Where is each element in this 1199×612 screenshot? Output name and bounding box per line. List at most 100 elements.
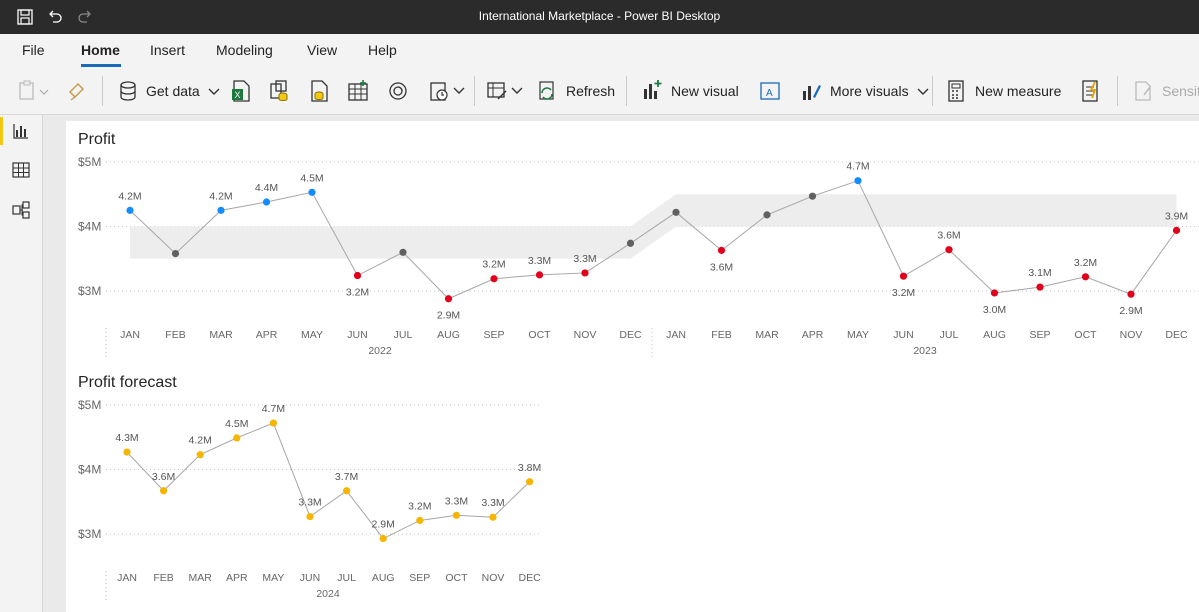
data-point <box>126 206 134 214</box>
table-grid-icon <box>348 80 368 101</box>
data-point <box>171 249 180 258</box>
report-view-icon[interactable] <box>11 120 31 140</box>
model-view-icon[interactable] <box>11 200 31 220</box>
data-point <box>262 198 271 206</box>
excel-icon: X <box>232 80 250 102</box>
data-label: 4.5M <box>300 172 323 184</box>
data-label: 3.6M <box>710 261 733 273</box>
dataverse-button[interactable] <box>308 68 330 114</box>
data-point <box>1081 273 1090 281</box>
tab-modeling[interactable]: Modeling <box>216 42 273 58</box>
toolbar-separator <box>474 76 475 106</box>
x-tick-label: APR <box>802 329 824 341</box>
data-label: 4.4M <box>255 182 278 194</box>
data-label: 2.9M <box>372 519 395 531</box>
data-label: 4.7M <box>846 161 869 173</box>
x-year-label: 2023 <box>913 345 937 357</box>
x-tick-label: OCT <box>1074 329 1097 341</box>
new-measure-button[interactable]: New measure <box>945 68 1061 114</box>
data-hub-button[interactable] <box>268 68 290 114</box>
line-charts[interactable]: $5M $4M $3M 4.2M 4.2M 4.4M 4.5M 3.2M 2.9M 3.2M 3.3… <box>66 121 1199 612</box>
new-visual-icon <box>644 80 662 99</box>
tab-home[interactable]: Home <box>81 42 120 58</box>
data-label: 2.9M <box>437 310 460 322</box>
x-tick-label: JUN <box>300 572 320 584</box>
dataflow-button[interactable] <box>387 68 409 114</box>
data-point <box>581 269 589 277</box>
x-tick-label: MAY <box>301 329 323 341</box>
window-title: International Marketplace - Power BI Des… <box>478 9 721 23</box>
sensitivity-icon <box>1135 81 1151 101</box>
data-view-icon[interactable] <box>11 160 31 180</box>
x-tick-label: NOV <box>574 329 597 341</box>
toolbar-separator <box>1117 76 1118 106</box>
x-tick-label: JUL <box>940 329 959 341</box>
transform-data-button[interactable] <box>486 68 524 114</box>
data-point <box>854 177 862 185</box>
recent-sources-button[interactable] <box>428 68 466 114</box>
data-point <box>416 516 424 525</box>
x-tick-label: FEB <box>153 572 173 584</box>
tab-view[interactable]: View <box>307 42 337 58</box>
x-tick-label: SEP <box>483 329 504 341</box>
data-point <box>123 448 131 456</box>
x-tick-label: DEC <box>519 572 542 584</box>
x-tick-label: AUG <box>983 329 1006 341</box>
data-point <box>489 513 497 521</box>
data-label: 3.3M <box>298 497 321 509</box>
paste-button[interactable] <box>18 68 52 114</box>
data-point <box>717 246 726 254</box>
x-tick-label: APR <box>226 572 248 584</box>
x-year-label: 2024 <box>316 588 340 600</box>
x-tick-label: FEB <box>165 329 185 341</box>
new-measure-label: New measure <box>975 83 1062 99</box>
data-point <box>1036 283 1044 291</box>
x-tick-label: MAR <box>189 572 213 584</box>
x-tick-label: AUG <box>372 572 395 584</box>
calculator-icon <box>948 80 964 102</box>
more-visuals-icon <box>803 85 821 100</box>
text-box-button[interactable]: A <box>759 68 781 114</box>
chevron-down-icon <box>917 88 929 95</box>
data-label: 3.2M <box>1074 257 1097 269</box>
active-tab-indicator <box>81 64 121 67</box>
refresh-button[interactable]: Refresh <box>536 68 615 114</box>
tab-help[interactable]: Help <box>368 42 397 58</box>
x-tick-label: JAN <box>117 572 137 584</box>
x-tick-label: JUL <box>394 329 413 341</box>
data-point <box>353 271 362 280</box>
x-tick-label: APR <box>256 329 278 341</box>
y-tick-label: $3M <box>78 284 101 298</box>
x-tick-label: JAN <box>666 329 686 341</box>
data-label: 3.6M <box>152 471 175 483</box>
x-tick-label: MAR <box>755 329 779 341</box>
quick-measure-button[interactable] <box>1080 68 1102 114</box>
data-hub-icon <box>270 80 288 101</box>
data-point <box>626 239 635 247</box>
more-visuals-label: More visuals <box>830 83 909 99</box>
x-tick-label: MAY <box>847 329 869 341</box>
new-visual-label: New visual <box>671 83 739 99</box>
data-label: 4.2M <box>189 435 212 447</box>
data-label: 3.6M <box>937 230 960 242</box>
dataflow-icon <box>389 82 407 100</box>
more-visuals-button[interactable]: More visuals <box>800 68 931 114</box>
data-point <box>808 192 817 200</box>
data-point <box>1172 226 1181 234</box>
expected-range-band <box>130 194 1177 259</box>
y-tick-label: $3M <box>78 527 101 541</box>
new-visual-button[interactable]: New visual <box>641 68 739 114</box>
x-tick-label: JUN <box>893 329 913 341</box>
sensitivity-button[interactable]: Sensiti <box>1132 68 1199 114</box>
refresh-label: Refresh <box>566 83 616 99</box>
enter-data-button[interactable] <box>347 68 369 114</box>
x-tick-label: JUL <box>337 572 356 584</box>
data-label: 4.2M <box>118 190 141 202</box>
tab-file[interactable]: File <box>22 42 45 58</box>
data-point <box>452 511 460 519</box>
get-data-button[interactable]: Get data <box>118 68 222 114</box>
excel-button[interactable]: X <box>230 68 252 114</box>
tab-insert[interactable]: Insert <box>150 42 185 58</box>
format-painter-button[interactable] <box>66 68 88 114</box>
data-label: 4.2M <box>209 190 232 202</box>
